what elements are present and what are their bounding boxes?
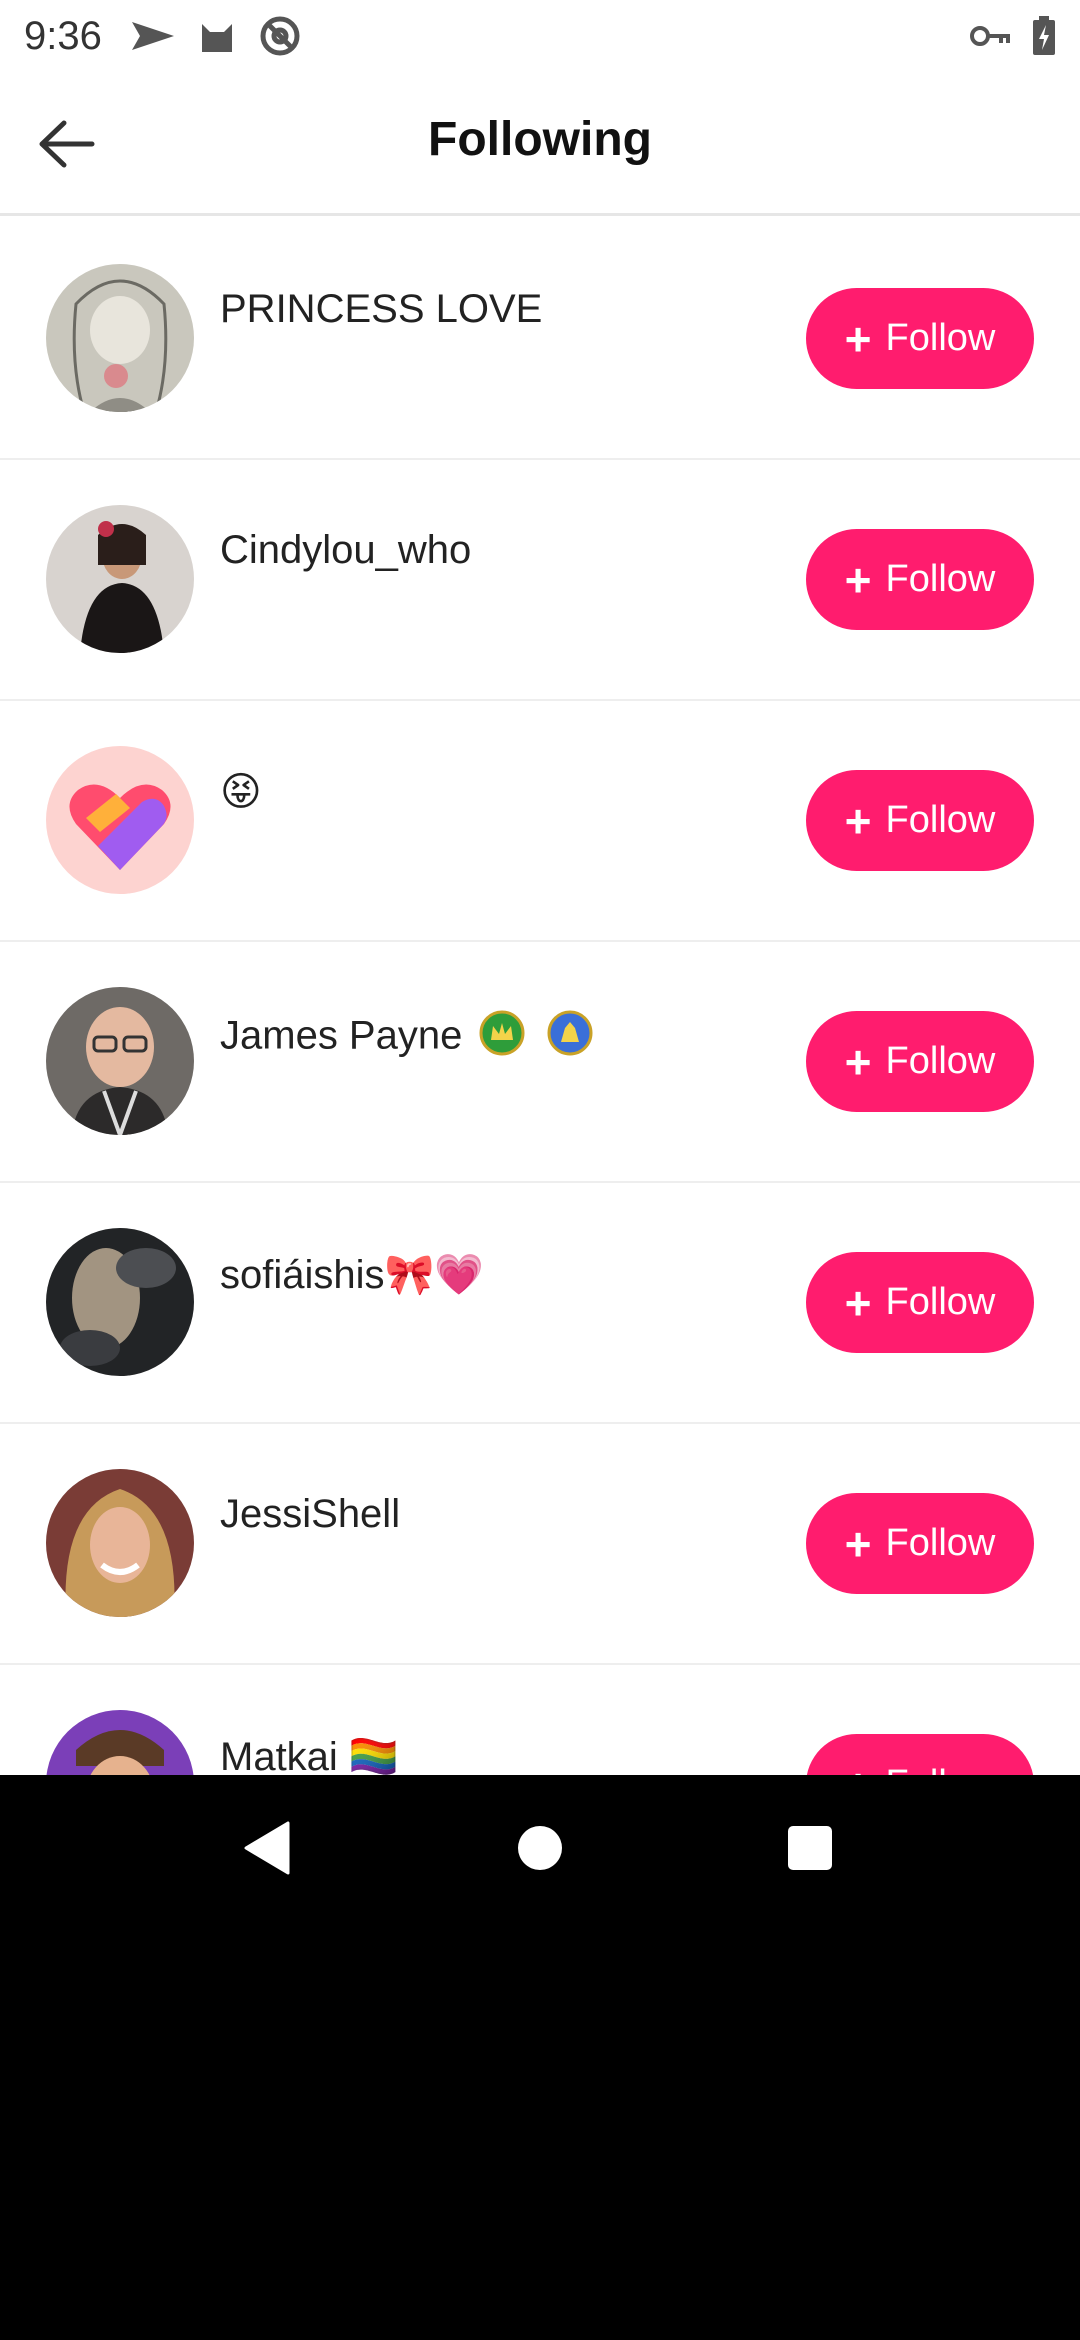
battery-icon bbox=[1032, 16, 1056, 56]
follow-label: Follow bbox=[886, 1763, 996, 1775]
user-row[interactable]: sofiáishis🎀💗 + Follow bbox=[0, 1183, 1080, 1424]
user-row[interactable]: Cindylou_who + Follow bbox=[0, 460, 1080, 701]
nav-back-button[interactable] bbox=[222, 1803, 312, 1893]
avatar[interactable] bbox=[46, 1228, 194, 1376]
user-row[interactable]: JessiShell + Follow bbox=[0, 1424, 1080, 1665]
plus-icon: + bbox=[844, 794, 872, 847]
follow-button[interactable]: + Follow bbox=[806, 1493, 1034, 1594]
status-bar: 9:36 bbox=[0, 0, 1080, 72]
status-icons-right bbox=[948, 16, 1056, 56]
avatar[interactable] bbox=[46, 1710, 194, 1775]
key-icon bbox=[970, 23, 1010, 49]
user-name: JessiShell bbox=[220, 1492, 401, 1536]
user-name-text: James Payne bbox=[220, 1013, 463, 1058]
user-row[interactable]: 😝 + Follow bbox=[0, 701, 1080, 942]
user-row[interactable]: James Payne + Follow bbox=[0, 942, 1080, 1183]
follow-label: Follow bbox=[885, 558, 996, 600]
blue-badge-icon bbox=[547, 1010, 593, 1066]
screen: 9:36 Following PRINCESS LOVE + Follow Ci… bbox=[0, 0, 1080, 1775]
follow-label: Follow bbox=[885, 1281, 996, 1323]
user-row[interactable]: Matkai 🏳️‍🌈 + Follow bbox=[0, 1665, 1080, 1775]
avatar[interactable] bbox=[46, 505, 194, 653]
user-name: Matkai 🏳️‍🌈 bbox=[220, 1735, 399, 1775]
follow-label: Follow bbox=[885, 1040, 996, 1082]
user-row[interactable]: PRINCESS LOVE + Follow bbox=[0, 219, 1080, 460]
avatar[interactable] bbox=[46, 1469, 194, 1617]
follow-label: Follow bbox=[885, 799, 996, 841]
app-header: Following bbox=[0, 72, 1080, 216]
at-sign-icon bbox=[258, 14, 302, 58]
plus-icon: + bbox=[844, 553, 872, 606]
back-triangle-icon bbox=[244, 1821, 290, 1875]
plus-icon: + bbox=[844, 1517, 872, 1570]
user-name: James Payne bbox=[220, 1010, 593, 1066]
user-name: PRINCESS LOVE bbox=[220, 287, 543, 331]
user-name: Cindylou_who bbox=[220, 528, 472, 572]
home-circle-icon bbox=[518, 1826, 562, 1870]
avatar[interactable] bbox=[46, 746, 194, 894]
avatar[interactable] bbox=[46, 987, 194, 1135]
user-name: sofiáishis🎀💗 bbox=[220, 1253, 485, 1297]
nav-home-button[interactable] bbox=[495, 1803, 585, 1893]
plus-icon: + bbox=[844, 312, 872, 365]
nav-recents-button[interactable] bbox=[765, 1803, 855, 1893]
follow-button[interactable]: + Follow bbox=[806, 529, 1034, 630]
user-name: 😝 bbox=[220, 770, 262, 814]
follow-button[interactable]: + Follow bbox=[806, 1734, 1034, 1775]
system-nav-bar bbox=[0, 1775, 1080, 1920]
follow-button[interactable]: + Follow bbox=[806, 1252, 1034, 1353]
page-title: Following bbox=[428, 113, 652, 166]
plus-icon: + bbox=[844, 1276, 872, 1329]
plus-icon: + bbox=[844, 1035, 872, 1088]
follow-button[interactable]: + Follow bbox=[806, 288, 1034, 389]
plus-icon: + bbox=[845, 1762, 872, 1776]
follow-button[interactable]: + Follow bbox=[806, 770, 1034, 871]
green-crown-badge-icon bbox=[479, 1010, 525, 1066]
send-icon bbox=[130, 18, 176, 54]
follow-button[interactable]: + Follow bbox=[806, 1011, 1034, 1112]
following-list: PRINCESS LOVE + Follow Cindylou_who + Fo… bbox=[0, 219, 1080, 1775]
recents-square-icon bbox=[788, 1826, 832, 1870]
follow-label: Follow bbox=[885, 317, 996, 359]
follow-label: Follow bbox=[885, 1522, 996, 1564]
cat-icon bbox=[198, 18, 236, 54]
avatar[interactable] bbox=[46, 264, 194, 412]
status-time: 9:36 bbox=[24, 13, 102, 58]
